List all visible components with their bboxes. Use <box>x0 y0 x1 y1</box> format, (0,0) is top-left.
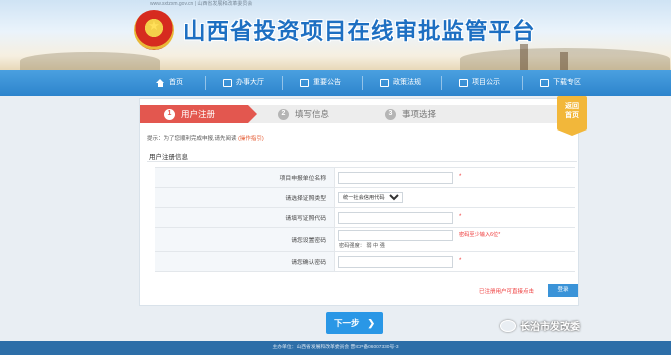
step-indicator: 1 用户注册 2 填写信息 3 事项选择 <box>140 105 580 123</box>
nav-item-project[interactable]: 项目公示 <box>459 75 500 91</box>
site-title: 山西省投资项目在线审批监管平台 <box>183 19 536 45</box>
nav-item-home[interactable]: 首页 <box>156 75 183 91</box>
banner-pagoda <box>560 52 568 70</box>
next-step-button[interactable]: 下一步 ❯ <box>326 312 383 334</box>
download-icon <box>540 79 549 87</box>
hall-icon <box>223 79 232 87</box>
section-divider <box>147 161 577 162</box>
required-mark: * <box>459 258 462 264</box>
registration-form: 项目申报单位名称 * 请选择证照类型 统一社会信用代码 请填写证照代码 * 请您… <box>155 167 575 272</box>
hint-text: 提示：为了您顺利完成申报,请先阅读 <box>147 136 237 142</box>
nav-label: 政策法规 <box>393 79 421 86</box>
unit-name-input[interactable] <box>338 172 453 184</box>
step-number: 1 <box>164 108 175 120</box>
project-icon <box>459 79 468 87</box>
section-title: 用户注册信息 <box>149 154 188 161</box>
cert-code-input[interactable] <box>338 212 453 224</box>
nav-item-download[interactable]: 下载专区 <box>540 75 581 91</box>
step-label: 事项选择 <box>402 109 437 119</box>
required-mark: * <box>459 214 462 220</box>
notice-icon <box>300 79 309 87</box>
nav-item-policy[interactable]: 政策法规 <box>380 75 421 91</box>
step-fill-info: 2 填写信息 <box>278 105 329 123</box>
nav-label: 办事大厅 <box>236 79 264 86</box>
nav-item-notice[interactable]: 重要公告 <box>300 75 341 91</box>
password-strength: 密码强度： 弱 中 强 <box>339 243 385 249</box>
banner-mountain <box>20 52 160 70</box>
form-row-unit-name: 项目申报单位名称 * <box>155 168 575 188</box>
nav-label: 重要公告 <box>313 79 341 86</box>
step-number: 3 <box>385 108 396 120</box>
back-home-line1: 返回 <box>565 103 579 110</box>
cert-type-label: 请选择证照类型 <box>155 188 335 207</box>
form-row-confirm-password: 请您确认密码 * <box>155 252 575 272</box>
header-banner: www.sxtzxm.gov.cn | 山西省发展和改革委员会 ★ 山西省投资项… <box>0 0 671 70</box>
step-number: 2 <box>278 108 289 120</box>
back-home-line2: 首页 <box>565 112 579 119</box>
confirm-password-label: 请您确认密码 <box>155 252 335 271</box>
step-register: 1 用户注册 <box>140 105 257 123</box>
chevron-right-icon: ❯ <box>367 317 376 328</box>
password-input[interactable] <box>338 230 453 241</box>
page-footer: 主办单位：山西省发展和改革委员会 晋ICP备06007330号-3 <box>0 341 671 355</box>
next-step-label: 下一步 <box>333 318 360 328</box>
banner-pagoda <box>520 44 528 70</box>
operation-guide-link[interactable]: (操作指引) <box>238 136 264 142</box>
password-label: 请您设置密码 <box>155 228 335 251</box>
form-row-cert-code: 请填写证照代码 * <box>155 208 575 228</box>
guide-hint: 提示：为了您顺利完成申报,请先阅读 (操作指引) <box>147 134 264 142</box>
password-hint: 密码至少输入6位* <box>459 232 501 238</box>
step-label: 填写信息 <box>295 109 330 119</box>
step-select-item: 3 事项选择 <box>385 105 436 123</box>
form-row-password: 请您设置密码 密码至少输入6位* 密码强度： 弱 中 强 <box>155 228 575 252</box>
required-mark: * <box>459 174 462 180</box>
nav-label: 首页 <box>169 79 183 86</box>
nav-label: 下载专区 <box>553 79 581 86</box>
nav-label: 项目公示 <box>472 79 500 86</box>
cert-type-select[interactable]: 统一社会信用代码 <box>338 192 403 203</box>
policy-icon <box>380 79 389 87</box>
main-nav: 首页 办事大厅 重要公告 政策法规 项目公示 下载专区 <box>0 70 671 96</box>
step-label: 用户注册 <box>181 109 216 119</box>
watermark: 长治市发改委 <box>500 318 580 333</box>
confirm-password-input[interactable] <box>338 256 453 268</box>
header-topline: www.sxtzxm.gov.cn | 山西省发展和改革委员会 <box>150 1 253 7</box>
unit-name-label: 项目申报单位名称 <box>155 168 335 187</box>
national-emblem-icon: ★ <box>134 10 174 50</box>
login-button[interactable]: 登录 <box>548 284 578 297</box>
home-icon <box>156 79 165 87</box>
nav-item-hall[interactable]: 办事大厅 <box>223 75 264 91</box>
form-row-cert-type: 请选择证照类型 统一社会信用代码 <box>155 188 575 208</box>
watermark-text: 长治市发改委 <box>520 322 580 333</box>
cert-code-label: 请填写证照代码 <box>155 208 335 227</box>
wechat-icon <box>500 319 516 332</box>
back-home-button[interactable]: 返回 首页 <box>557 96 587 136</box>
login-hint: 已注册用户可直接点击 <box>479 289 535 295</box>
